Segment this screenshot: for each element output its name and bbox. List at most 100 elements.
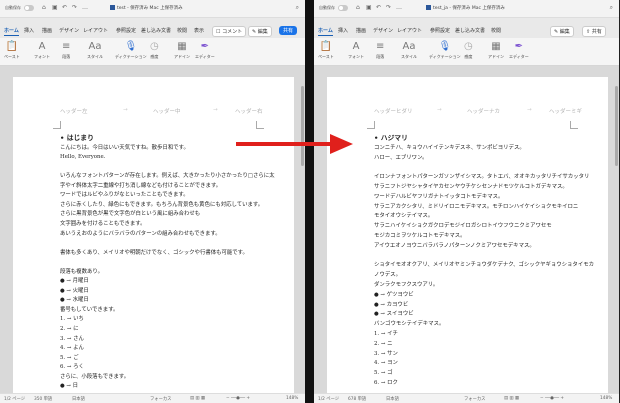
tab-insert[interactable]: 挿入 [338,27,348,34]
autosave-toggle[interactable] [24,5,34,11]
undo-icon[interactable]: ↶ [62,4,67,11]
sensitivity-button[interactable]: ◷ 感度 [464,41,473,60]
document-line[interactable]: 1. → いち [60,316,84,323]
more-icon[interactable]: … [396,4,402,11]
autosave-toggle[interactable] [338,5,348,11]
document-line[interactable]: 6. → ロク [374,380,398,387]
share-button[interactable]: ⇪ 共有 [582,26,606,37]
document-area[interactable]: ヘッダーヒダリ → ヘッダーナカ → ヘッダーミギ • ハジマリ コンニチハ、キョ… [314,66,619,403]
document-line[interactable]: 4. → ヨン [374,360,398,367]
redo-icon[interactable]: ↷ [72,4,77,11]
document-line[interactable]: モタイオウシテイマス。 [374,213,433,220]
comment-button[interactable]: ☐ コメント [212,26,247,37]
dictate-button[interactable]: 🎙 ディクテーション [115,41,147,60]
tab-mailings[interactable]: 差し込み文書 [455,27,485,34]
document-page[interactable]: ヘッダーヒダリ → ヘッダーナカ → ヘッダーミギ • ハジマリ コンニチハ、キョ… [327,77,608,403]
tab-references[interactable]: 参照設定 [430,27,450,34]
tab-view[interactable]: 表示 [194,27,204,34]
document-page[interactable]: ヘッダー左 → ヘッダー中 → ヘッダー右 • はじまり こんにちは。今日はいい天… [13,77,294,403]
more-icon[interactable]: … [82,4,88,11]
document-line[interactable]: 6. → ろく [60,364,84,371]
document-line[interactable]: 字やイ斜体太字二重線や打ち消し線なども付けることができます。 [60,183,221,190]
tab-draw[interactable]: 描画 [42,27,52,34]
document-line[interactable]: サラニフトジヤシャタイヤカセンヤウチケシセンナドモツケルコトガデキマス。 [374,184,568,191]
document-line[interactable]: ● → 日 [60,383,78,390]
save-icon[interactable]: ▣ [52,4,58,11]
document-line[interactable]: 4. → よん [60,345,84,352]
font-button[interactable]: A フォント [34,41,50,60]
document-line[interactable]: 2. → ニ [374,341,392,348]
search-icon[interactable]: ⌕ [296,4,299,12]
edit-button[interactable]: ✎ 編集 [550,26,574,37]
document-line[interactable]: コンニチハ、キョウハイイテンキデスネ、サンポビヨリデス。 [374,145,525,152]
document-line[interactable]: 2. → に [60,326,78,333]
vertical-scrollbar[interactable] [615,86,618,166]
addins-button[interactable]: ▦ アドイン [174,41,190,60]
document-line[interactable]: あいうえおのようにバラバラのパターンの組み合わせもできます。 [60,231,221,238]
editor-button[interactable]: ✒ エディター [509,41,529,60]
search-icon[interactable]: ⌕ [610,4,613,12]
document-line[interactable]: ワードではルビやふりがなといったこともできます。 [60,192,189,199]
paragraph-button[interactable]: ≡ 段落 [376,41,384,60]
tab-draw[interactable]: 描画 [356,27,366,34]
document-line[interactable]: ● → 水曜日 [60,297,89,304]
sensitivity-button[interactable]: ◷ 感度 [150,41,159,60]
document-line[interactable]: サラニアカクシタリ、ミドリイロニモデキマス。モチロンハイケイショクモキイロニ [374,204,578,211]
styles-button[interactable]: Aa スタイル [87,41,103,60]
redo-icon[interactable]: ↷ [386,4,391,11]
font-button[interactable]: A フォント [348,41,364,60]
paste-button[interactable]: 📋 ペースト [318,41,334,60]
document-line[interactable]: ノウデス。 [374,272,401,279]
document-line[interactable]: Hello, Everyone. [60,154,105,161]
document-line[interactable]: アイウエオノヨウニバラバラノパターンノクミアワセモデキマス。 [374,243,535,250]
tab-layout[interactable]: レイアウト [83,27,108,34]
addins-button[interactable]: ▦ アドイン [488,41,504,60]
document-line[interactable]: ショタイモオオクアリ、メイリオヤミンチョウダケデナク、ゴシックヤギョウショタイモ… [374,262,594,269]
document-line[interactable]: いろんなフォントパターンが存在します。例えば、大きかったり小さかったり□さらに太 [60,173,275,180]
tab-design[interactable]: デザイン [59,27,79,34]
tab-references[interactable]: 参照設定 [116,27,136,34]
share-button[interactable]: 共有 [279,26,298,35]
document-line[interactable]: ダンラクモフクスウアリ。 [374,282,438,289]
undo-icon[interactable]: ↶ [376,4,381,11]
document-line[interactable]: 5. → ゴ [374,370,392,377]
document-line[interactable]: 3. → さん [60,336,84,343]
zoom-slider[interactable]: − ──●── + [540,396,564,401]
document-line[interactable]: こんにちは。今日はいい天気ですね。散歩日和です。 [60,145,189,152]
document-line[interactable]: さらに赤くしたり、緑色にもできます。もちろん背景色も黄色にも対応しています。 [60,202,263,209]
tab-review[interactable]: 校閲 [491,27,501,34]
view-icons[interactable]: ▤ ▥ ▦ [504,396,519,401]
tab-design[interactable]: デザイン [373,27,393,34]
edit-button[interactable]: ✎ 編集 [248,26,272,37]
document-line[interactable]: ワードデハルビヤフリガナトイッタコトモデキマス。 [374,194,503,201]
tab-review[interactable]: 校閲 [177,27,187,34]
document-line[interactable]: 文字囲みを付けることもできます。 [60,221,146,228]
tab-insert[interactable]: 挿入 [24,27,34,34]
document-line[interactable]: ● → カヨウビ [374,302,408,309]
tab-layout[interactable]: レイアウト [397,27,422,34]
document-line[interactable]: 1. → イチ [374,331,398,338]
document-line[interactable]: ハロー、エブリワン。 [374,155,428,162]
document-line[interactable]: • ハジマリ [374,135,408,142]
document-line[interactable]: 3. → サン [374,351,398,358]
document-line[interactable]: さらに、小段落もできます。 [60,374,129,381]
document-line[interactable]: • はじまり [60,135,94,142]
editor-button[interactable]: ✒ エディター [195,41,215,60]
save-icon[interactable]: ▣ [366,4,372,11]
document-line[interactable]: さらに黒背景色が黒で文字色が白という風に組み合わせも [60,211,200,218]
home-icon[interactable]: ⌂ [356,4,360,11]
split-divider[interactable] [305,0,314,403]
home-icon[interactable]: ⌂ [42,4,46,11]
focus-button[interactable]: フォーカス [150,396,171,402]
document-line[interactable]: 番号もしていできます。 [60,307,118,314]
document-line[interactable]: ● → 月曜日 [60,278,89,285]
document-line[interactable]: サラニハイケイショクガクロデモジイロガシロトイウフウニクミアワセモ [374,223,552,230]
tab-mailings[interactable]: 差し込み文書 [141,27,171,34]
styles-button[interactable]: Aa スタイル [401,41,417,60]
tab-home[interactable]: ホーム [318,27,333,36]
document-line[interactable]: ● → スイヨウビ [374,311,414,318]
paragraph-button[interactable]: ≡ 段落 [62,41,70,60]
document-line[interactable]: ● → ゲツヨウビ [374,292,414,299]
focus-button[interactable]: フォーカス [464,396,485,402]
document-line[interactable]: モジカコミヲツケルコトモデキマス。 [374,233,466,240]
